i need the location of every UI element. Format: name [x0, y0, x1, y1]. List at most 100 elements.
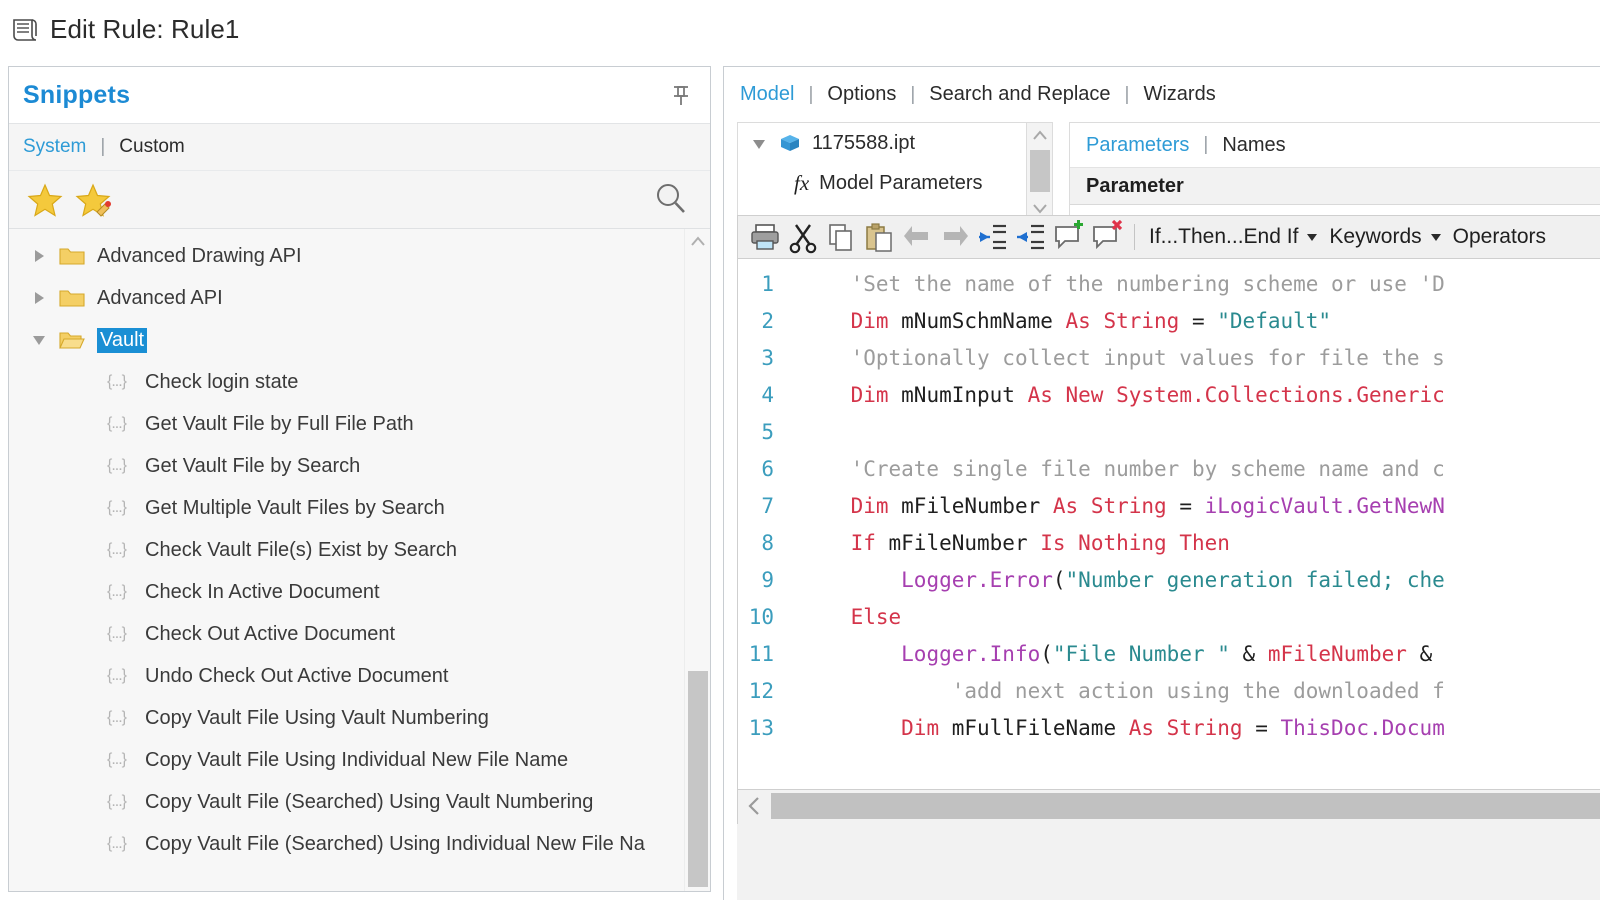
code-editor[interactable]: 1 'Set the name of the numbering scheme …: [737, 259, 1600, 790]
outdent-icon[interactable]: [1014, 220, 1048, 254]
scroll-left-icon[interactable]: [738, 790, 770, 822]
model-tree-label: Model Parameters: [819, 172, 982, 195]
snippet-icon: {...}: [107, 415, 133, 433]
tab-wizards[interactable]: Wizards: [1143, 83, 1215, 106]
list-item[interactable]: {...} Copy Vault File (Searched) Using V…: [9, 781, 710, 823]
list-item[interactable]: {...} Get Multiple Vault Files by Search: [9, 487, 710, 529]
tree-item-label: Undo Check Out Active Document: [145, 665, 448, 688]
code-line[interactable]: 10 Else: [738, 598, 1600, 635]
tab-parameters[interactable]: Parameters: [1086, 134, 1189, 157]
cut-icon[interactable]: [786, 220, 820, 254]
model-tree-root[interactable]: 1175588.ipt: [738, 123, 1026, 163]
list-item[interactable]: {...} Check In Active Document: [9, 571, 710, 613]
tree-folder-advanced-drawing-api[interactable]: Advanced Drawing API: [9, 235, 710, 277]
toolbar-divider: [1134, 224, 1135, 250]
remove-comment-icon[interactable]: [1090, 220, 1124, 254]
snippets-title: Snippets: [9, 81, 130, 110]
code-line[interactable]: 9 Logger.Error("Number generation failed…: [738, 561, 1600, 598]
list-item[interactable]: {...} Get Vault File by Full File Path: [9, 403, 710, 445]
tab-system[interactable]: System: [23, 136, 86, 158]
print-icon[interactable]: [748, 220, 782, 254]
scrollbar-thumb[interactable]: [1030, 150, 1050, 192]
list-item[interactable]: {...} Check Out Active Document: [9, 613, 710, 655]
star-add-icon[interactable]: [75, 180, 115, 220]
star-icon[interactable]: [25, 180, 65, 220]
tab-options[interactable]: Options: [827, 83, 896, 106]
list-item[interactable]: {...} Check Vault File(s) Exist by Searc…: [9, 529, 710, 571]
code-token: As String: [1066, 309, 1180, 333]
code-token: =: [1167, 494, 1205, 518]
code-token: [800, 605, 851, 629]
line-number: 7: [738, 494, 800, 518]
code-line[interactable]: 13 Dim mFullFileName As String = ThisDoc…: [738, 709, 1600, 746]
list-item[interactable]: {...} Copy Vault File (Searched) Using I…: [9, 823, 710, 865]
code-line[interactable]: 12 'add next action using the downloaded…: [738, 672, 1600, 709]
code-line[interactable]: 8 If mFileNumber Is Nothing Then: [738, 524, 1600, 561]
code-token: "Default": [1217, 309, 1331, 333]
list-item[interactable]: {...} Copy Vault File Using Individual N…: [9, 739, 710, 781]
code-line[interactable]: 11 Logger.Info("File Number " & mFileNum…: [738, 635, 1600, 672]
tree-folder-advanced-api[interactable]: Advanced API: [9, 277, 710, 319]
undo-icon[interactable]: [900, 220, 934, 254]
code-line-text: If mFileNumber Is Nothing Then: [800, 531, 1230, 555]
snippets-tree-scrollbar[interactable]: [684, 229, 710, 891]
code-line[interactable]: 7 Dim mFileNumber As String = iLogicVaul…: [738, 487, 1600, 524]
code-token: 'Create single file number by scheme nam…: [851, 457, 1445, 481]
code-token: "Number generation failed; che: [1066, 568, 1445, 592]
code-line[interactable]: 4 Dim mNumInput As New System.Collection…: [738, 376, 1600, 413]
dropdown-label: Operators: [1453, 225, 1546, 249]
code-line[interactable]: 1 'Set the name of the numbering scheme …: [738, 265, 1600, 302]
code-line[interactable]: 3 'Optionally collect input values for f…: [738, 339, 1600, 376]
code-editor-horizontal-scrollbar[interactable]: [737, 790, 1600, 824]
line-number: 5: [738, 420, 800, 444]
tree-item-label: Advanced API: [97, 287, 223, 310]
keywords-dropdown[interactable]: Keywords: [1325, 225, 1444, 249]
paste-icon[interactable]: [862, 220, 896, 254]
list-item[interactable]: {...} Copy Vault File Using Vault Number…: [9, 697, 710, 739]
tree-folder-vault[interactable]: Vault: [9, 319, 710, 361]
tab-search-and-replace[interactable]: Search and Replace: [929, 83, 1110, 106]
tab-names[interactable]: Names: [1222, 134, 1285, 157]
code-line-text: 'Create single file number by scheme nam…: [800, 457, 1445, 481]
code-line-text: Dim mFullFileName As String = ThisDoc.Do…: [800, 716, 1445, 740]
code-line[interactable]: 5: [738, 413, 1600, 450]
chevron-down-icon: [1307, 234, 1317, 241]
code-line[interactable]: 6 'Create single file number by scheme n…: [738, 450, 1600, 487]
copy-icon[interactable]: [824, 220, 858, 254]
tree-item-label: Copy Vault File (Searched) Using Vault N…: [145, 791, 593, 814]
code-token: ThisDoc.Docum: [1280, 716, 1444, 740]
list-item[interactable]: {...} Undo Check Out Active Document: [9, 655, 710, 697]
code-token: (: [1053, 568, 1066, 592]
snippets-toolbar: [9, 171, 710, 229]
operators-dropdown[interactable]: Operators: [1449, 225, 1550, 249]
indent-icon[interactable]: [976, 220, 1010, 254]
tab-custom[interactable]: Custom: [119, 136, 184, 158]
code-line[interactable]: 2 Dim mNumSchmName As String = "Default": [738, 302, 1600, 339]
scroll-up-icon[interactable]: [685, 229, 710, 255]
code-token: Else: [851, 605, 902, 629]
list-item[interactable]: {...} Check login state: [9, 361, 710, 403]
pin-icon[interactable]: [670, 83, 692, 107]
scrollbar-thumb[interactable]: [688, 671, 708, 887]
chevron-down-icon: [1431, 234, 1441, 241]
list-item[interactable]: {...} Get Vault File by Search: [9, 445, 710, 487]
tree-item-label: Copy Vault File Using Individual New Fil…: [145, 749, 568, 772]
chevron-right-icon[interactable]: [31, 289, 49, 307]
search-icon[interactable]: [652, 180, 690, 218]
code-token: 'Set the name of the numbering scheme or…: [851, 272, 1445, 296]
if-then-end-if-dropdown[interactable]: If...Then...End If: [1145, 225, 1321, 249]
chevron-right-icon[interactable]: [31, 247, 49, 265]
editor-footer: [737, 824, 1600, 900]
redo-icon[interactable]: [938, 220, 972, 254]
scrollbar-thumb[interactable]: [771, 793, 1600, 819]
tab-model[interactable]: Model: [740, 83, 794, 106]
chevron-down-icon[interactable]: [752, 135, 768, 151]
model-tree-model-parameters[interactable]: fx Model Parameters: [738, 163, 1026, 203]
scroll-up-icon[interactable]: [1027, 123, 1053, 149]
add-comment-icon[interactable]: [1052, 220, 1086, 254]
dropdown-label: Keywords: [1329, 225, 1421, 249]
code-line-text: Dim mNumInput As New System.Collections.…: [800, 383, 1445, 407]
tree-item-label: Copy Vault File Using Vault Numbering: [145, 707, 489, 730]
snippet-icon: {...}: [107, 583, 133, 601]
chevron-down-icon[interactable]: [31, 331, 49, 349]
